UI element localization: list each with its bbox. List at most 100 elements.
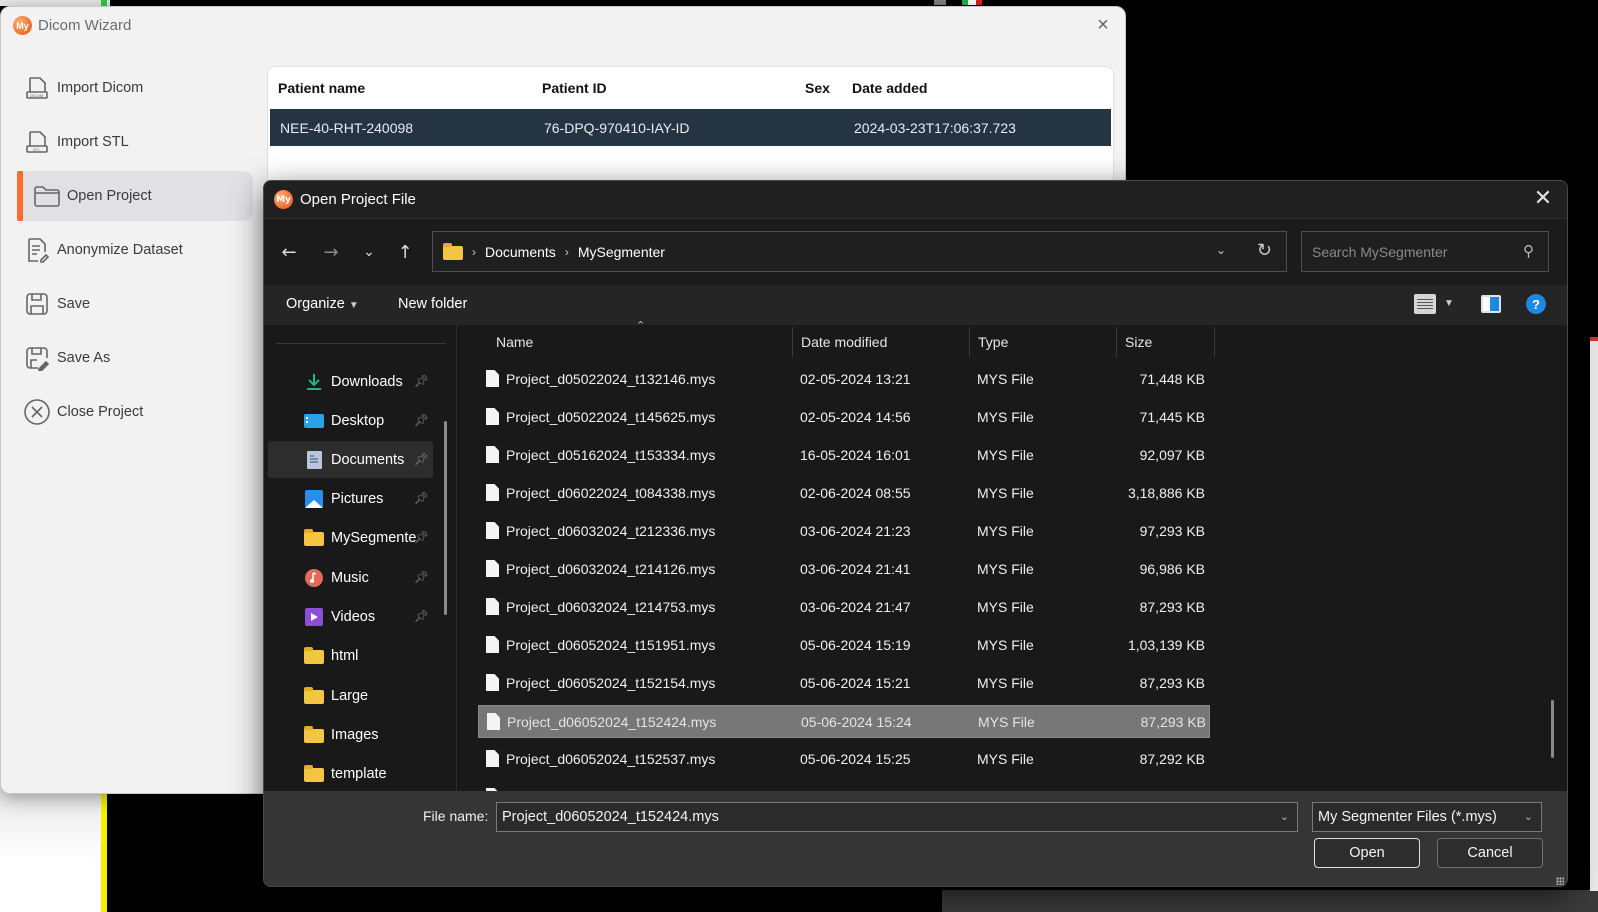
menu-item-open-project[interactable]: Open Project	[17, 171, 253, 221]
menu-item-label: Anonymize Dataset	[57, 242, 183, 258]
menu-item-save[interactable]: Save	[17, 279, 253, 329]
file-row[interactable]: Project_d06032024_t214126.mys 03-06-2024 …	[478, 553, 1210, 586]
download-icon	[307, 373, 321, 390]
wizard-close-button[interactable]: ×	[1093, 15, 1113, 35]
nav-item-pictures[interactable]: Pictures 📌︎	[268, 480, 433, 517]
refresh-icon[interactable]: ↻	[1257, 240, 1272, 261]
column-header-date-added[interactable]: Date added	[852, 80, 1113, 96]
help-icon[interactable]: ?	[1526, 294, 1546, 314]
command-bar: Organize ▼ New folder ▼ ?	[264, 285, 1567, 325]
up-arrow-icon[interactable]: ↑	[392, 239, 418, 265]
column-header-patient-id[interactable]: Patient ID	[542, 80, 805, 96]
nav-item-music[interactable]: Music 📌︎	[268, 559, 433, 596]
file-name-input[interactable]	[502, 809, 1262, 825]
breadcrumb-documents[interactable]: Documents	[485, 244, 556, 260]
search-input[interactable]	[1312, 243, 1512, 260]
dialog-title: Open Project File	[300, 191, 416, 208]
search-icon[interactable]: ⚲	[1523, 242, 1534, 260]
file-type: MYS File	[977, 561, 1034, 577]
address-bar[interactable]: › Documents › MySegmenter ⌄ ↻	[432, 231, 1287, 272]
file-row[interactable]: Project_d06032024_t214753.mys 03-06-2024 …	[478, 591, 1210, 624]
file-size: 87,293 KB	[1139, 599, 1205, 615]
file-row[interactable]: Project_d06052024_t152424.mys 05-06-2024 …	[478, 705, 1210, 738]
column-header-patient-name[interactable]: Patient name	[268, 80, 542, 96]
dialog-body: Downloads 📌︎ Desktop 📌︎ Documents 📌︎ Pic…	[264, 319, 1567, 805]
menu-item-anonymize-dataset[interactable]: Anonymize Dataset	[17, 225, 253, 275]
file-row[interactable]: Project_d05162024_t153334.mys 16-05-2024 …	[478, 439, 1210, 472]
nav-item-videos[interactable]: Videos 📌︎	[268, 598, 433, 635]
file-list-scrollbar[interactable]	[1551, 700, 1554, 758]
menu-item-import-dicom[interactable]: DICOM Import Dicom	[17, 63, 253, 113]
column-header-sex[interactable]: Sex	[805, 80, 852, 96]
file-row[interactable]: Project_d05022024_t132146.mys 02-05-2024 …	[478, 363, 1210, 396]
file-icon	[486, 446, 499, 463]
recent-locations-chevron-icon[interactable]: ⌄	[356, 239, 382, 265]
view-details-icon[interactable]	[1414, 294, 1436, 314]
file-row[interactable]: Project_d06032024_t212336.mys 03-06-2024 …	[478, 515, 1210, 548]
column-divider[interactable]	[792, 327, 793, 357]
pin-icon[interactable]: 📌︎	[414, 491, 429, 505]
menu-item-label: Open Project	[67, 188, 152, 204]
pin-icon[interactable]: 📌︎	[414, 413, 429, 427]
pin-icon[interactable]: 📌︎	[414, 452, 429, 466]
nav-item-desktop[interactable]: Desktop 📌︎	[268, 402, 433, 439]
new-folder-button[interactable]: New folder	[398, 296, 467, 312]
menu-item-import-stl[interactable]: STL Import STL	[17, 117, 253, 167]
column-header-size[interactable]: Size	[1125, 325, 1152, 359]
app-logo-icon: My	[13, 16, 32, 35]
menu-item-label: Close Project	[57, 404, 144, 420]
pin-icon[interactable]: 📌︎	[414, 530, 429, 544]
folder-icon	[304, 726, 324, 743]
nav-item-documents[interactable]: Documents 📌︎	[268, 441, 433, 478]
chevron-down-icon[interactable]: ⌄	[1280, 810, 1289, 823]
file-icon	[486, 484, 499, 501]
table-row[interactable]: NEE-40-RHT-240098 76-DPQ-970410-IAY-ID 2…	[270, 109, 1111, 146]
file-name-combobox[interactable]: ⌄	[496, 802, 1298, 832]
file-row[interactable]: Project_d06052024_t152154.mys 05-06-2024 …	[478, 667, 1210, 700]
file-size: 87,292 KB	[1139, 751, 1205, 767]
chevron-down-icon[interactable]: ⌄	[1524, 810, 1533, 823]
open-button[interactable]: Open	[1314, 838, 1420, 868]
sort-ascending-icon: ⌃	[636, 319, 646, 332]
forward-arrow-icon[interactable]: →	[318, 239, 344, 265]
column-header-date-modified[interactable]: Date modified	[801, 325, 887, 359]
menu-item-save-as[interactable]: Save As	[17, 333, 253, 383]
cancel-button[interactable]: Cancel	[1437, 838, 1543, 868]
nav-item-template[interactable]: template	[268, 755, 433, 792]
column-header-type[interactable]: Type	[978, 325, 1008, 359]
search-box[interactable]: ⚲	[1301, 231, 1549, 272]
nav-item-mysegmenter[interactable]: MySegmente 📌︎	[268, 519, 433, 556]
resize-grip-icon[interactable]	[1556, 877, 1564, 885]
column-header-name[interactable]: Name	[496, 325, 533, 359]
nav-item-images[interactable]: Images	[268, 716, 433, 753]
view-options-caret-icon[interactable]: ▼	[1444, 298, 1454, 309]
dialog-close-button[interactable]: ✕	[1531, 188, 1555, 212]
file-row[interactable]: Project_d06052024_t152537.mys 05-06-2024 …	[478, 743, 1210, 776]
column-divider[interactable]	[969, 327, 970, 357]
menu-item-close-project[interactable]: Close Project	[17, 387, 253, 437]
file-type-filter-select[interactable]: My Segmenter Files (*.mys) ⌄	[1312, 802, 1542, 832]
pin-icon[interactable]: 📌︎	[414, 374, 429, 388]
breadcrumb-mysegmenter[interactable]: MySegmenter	[578, 244, 665, 260]
file-date-modified: 05-06-2024 15:25	[800, 751, 911, 767]
nav-item-downloads[interactable]: Downloads 📌︎	[268, 363, 433, 400]
file-name: Project_d06052024_t152154.mys	[506, 675, 716, 691]
nav-item-label: Music	[331, 569, 369, 586]
address-dropdown-chevron-icon[interactable]: ⌄	[1216, 243, 1226, 257]
file-row[interactable]: Project_d05022024_t145625.mys 02-05-2024 …	[478, 401, 1210, 434]
column-divider[interactable]	[1116, 327, 1117, 357]
file-size: 71,445 KB	[1139, 409, 1205, 425]
preview-pane-icon[interactable]	[1481, 295, 1501, 313]
nav-item-html[interactable]: html	[268, 637, 433, 674]
folder-icon	[304, 765, 324, 782]
pin-icon[interactable]: 📌︎	[414, 609, 429, 623]
organize-button[interactable]: Organize ▼	[286, 296, 359, 312]
file-row[interactable]: Project_d06022024_t084338.mys 02-06-2024 …	[478, 477, 1210, 510]
navigation-scrollbar[interactable]	[444, 421, 447, 615]
pin-icon[interactable]: 📌︎	[414, 570, 429, 584]
file-row[interactable]: Project_d06052024_t151951.mys 05-06-2024 …	[478, 629, 1210, 662]
file-type: MYS File	[977, 599, 1034, 615]
back-arrow-icon[interactable]: ←	[276, 239, 302, 265]
nav-item-large[interactable]: Large	[268, 677, 433, 714]
column-divider[interactable]	[1214, 327, 1215, 357]
